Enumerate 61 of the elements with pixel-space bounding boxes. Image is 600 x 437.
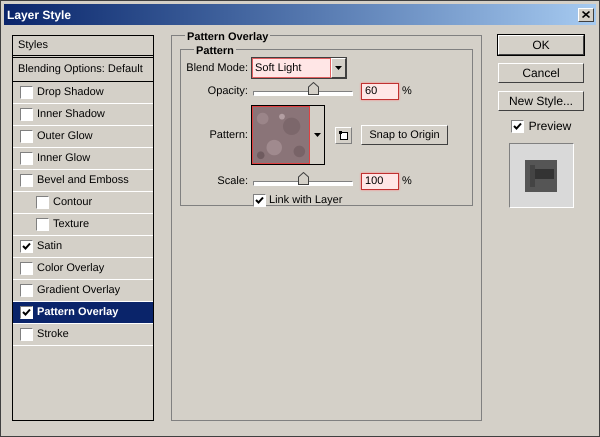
checkbox[interactable] — [20, 262, 33, 275]
style-item[interactable]: Bevel and Emboss — [13, 170, 153, 192]
preview-label: Preview — [528, 118, 572, 135]
close-button[interactable] — [578, 8, 594, 22]
check-icon — [22, 242, 31, 251]
blend-mode-dropdown[interactable]: Soft Light — [251, 57, 347, 79]
slider-track[interactable] — [250, 82, 356, 96]
check-icon — [255, 196, 264, 204]
slider-thumb[interactable] — [308, 82, 319, 94]
dialog-button[interactable]: Cancel — [498, 63, 584, 83]
new-page-icon — [339, 130, 348, 140]
style-item[interactable]: Pattern Overlay — [13, 302, 153, 324]
number-field[interactable]: 100 — [361, 172, 399, 190]
field-label: Scale: — [216, 174, 249, 189]
snap-to-origin-button[interactable]: Snap to Origin — [361, 125, 448, 145]
checkbox[interactable] — [20, 328, 33, 341]
checkbox[interactable] — [20, 108, 33, 121]
styles-header[interactable]: Styles — [13, 36, 153, 58]
style-item[interactable]: Texture — [13, 214, 153, 236]
style-item[interactable]: Stroke — [13, 324, 153, 346]
number-field[interactable]: 60 — [361, 82, 399, 100]
checkbox[interactable] — [20, 284, 33, 297]
field-label: Opacity: — [206, 84, 249, 99]
pattern-picker[interactable] — [251, 105, 325, 165]
style-item[interactable]: Inner Shadow — [13, 104, 153, 126]
checkbox[interactable] — [36, 218, 49, 231]
checkbox[interactable] — [20, 130, 33, 143]
unit-label: % — [402, 84, 412, 99]
style-item[interactable]: Drop Shadow — [13, 82, 153, 104]
checkbox[interactable] — [20, 152, 33, 165]
check-icon — [512, 122, 522, 130]
checkbox[interactable] — [20, 174, 33, 187]
style-item[interactable]: Inner Glow — [13, 148, 153, 170]
slider-thumb[interactable] — [298, 172, 309, 184]
dialog-button[interactable]: OK — [498, 35, 584, 55]
style-item[interactable]: Outer Glow — [13, 126, 153, 148]
slider-track[interactable] — [250, 172, 356, 186]
dropdown-arrow-icon — [335, 66, 342, 70]
checkbox[interactable] — [20, 306, 33, 319]
blending-options-item[interactable]: Blending Options: Default — [13, 58, 153, 82]
checkbox-label: Link with Layer — [269, 192, 342, 208]
checkbox[interactable] — [510, 120, 524, 132]
checkbox[interactable] — [20, 240, 33, 253]
field-label: Pattern: — [208, 128, 249, 143]
window-title: Layer Style — [7, 6, 72, 24]
new-preset-button[interactable] — [335, 126, 352, 144]
pattern-swatch — [252, 106, 310, 164]
check-icon — [22, 308, 31, 317]
style-item[interactable]: Color Overlay — [13, 258, 153, 280]
unit-label: % — [402, 174, 412, 189]
dialog-button[interactable]: New Style... — [498, 91, 584, 111]
section-title: Pattern Overlay — [185, 29, 270, 46]
close-icon — [582, 11, 590, 18]
checkbox[interactable] — [20, 86, 33, 99]
field-label: Blend Mode: — [185, 60, 249, 76]
dropdown-arrow-icon — [314, 133, 320, 137]
checkbox[interactable] — [36, 196, 49, 209]
layer-preview-icon — [525, 160, 557, 192]
style-item[interactable]: Contour — [13, 192, 153, 214]
checkbox[interactable] — [253, 194, 266, 206]
style-item[interactable]: Satin — [13, 236, 153, 258]
